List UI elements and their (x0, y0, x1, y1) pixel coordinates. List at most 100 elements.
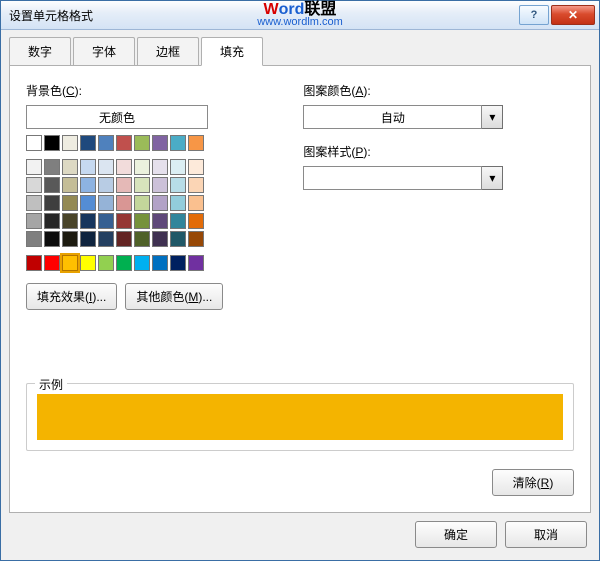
color-swatch[interactable] (26, 135, 42, 151)
more-colors-button[interactable]: 其他颜色(M)... (125, 283, 223, 310)
pattern-style-label: 图案样式(P): (303, 143, 503, 160)
color-swatch[interactable] (188, 231, 204, 247)
help-button[interactable]: ? (519, 5, 549, 25)
pattern-color-combo[interactable]: 自动 ▾ (303, 105, 503, 129)
color-swatch[interactable] (116, 213, 132, 229)
color-swatch[interactable] (188, 159, 204, 175)
close-button[interactable]: ✕ (551, 5, 595, 25)
color-swatch[interactable] (188, 255, 204, 271)
color-swatch[interactable] (44, 159, 60, 175)
tab-0[interactable]: 数字 (9, 37, 71, 66)
color-swatch[interactable] (62, 231, 78, 247)
color-swatch[interactable] (134, 255, 150, 271)
color-swatch[interactable] (62, 135, 78, 151)
color-swatch[interactable] (134, 213, 150, 229)
color-swatch[interactable] (80, 159, 96, 175)
chevron-down-icon[interactable]: ▾ (482, 166, 503, 190)
no-color-button[interactable]: 无颜色 (26, 105, 208, 129)
color-swatch[interactable] (116, 255, 132, 271)
bgcolor-label: 背景色(C): (26, 82, 223, 99)
color-swatch[interactable] (26, 213, 42, 229)
tab-3[interactable]: 填充 (201, 37, 263, 66)
color-swatch[interactable] (26, 231, 42, 247)
color-swatch[interactable] (134, 159, 150, 175)
color-swatch[interactable] (98, 231, 114, 247)
color-swatch[interactable] (134, 195, 150, 211)
color-swatch[interactable] (116, 159, 132, 175)
color-swatch[interactable] (188, 135, 204, 151)
theme-tints-grid (26, 159, 223, 247)
color-swatch[interactable] (44, 213, 60, 229)
watermark: Word联盟 www.wordlm.com (257, 3, 343, 29)
color-swatch[interactable] (62, 177, 78, 193)
color-swatch[interactable] (188, 195, 204, 211)
theme-color-row (26, 135, 223, 151)
color-swatch[interactable] (170, 159, 186, 175)
color-swatch[interactable] (170, 231, 186, 247)
ok-button[interactable]: 确定 (415, 521, 497, 548)
color-swatch[interactable] (98, 195, 114, 211)
color-swatch[interactable] (44, 135, 60, 151)
standard-color-row (26, 255, 223, 271)
color-swatch[interactable] (152, 255, 168, 271)
fill-effects-button[interactable]: 填充效果(I)... (26, 283, 117, 310)
color-swatch[interactable] (80, 135, 96, 151)
color-swatch[interactable] (188, 213, 204, 229)
color-swatch[interactable] (152, 177, 168, 193)
color-swatch[interactable] (98, 255, 114, 271)
color-swatch[interactable] (44, 195, 60, 211)
dialog-buttons: 确定 取消 (1, 521, 599, 560)
color-swatch[interactable] (170, 213, 186, 229)
color-swatch[interactable] (80, 195, 96, 211)
color-swatch[interactable] (26, 195, 42, 211)
color-swatch[interactable] (26, 177, 42, 193)
color-swatch[interactable] (98, 213, 114, 229)
color-swatch[interactable] (116, 231, 132, 247)
color-swatch[interactable] (116, 177, 132, 193)
color-swatch[interactable] (170, 195, 186, 211)
color-swatch[interactable] (26, 255, 42, 271)
color-swatch[interactable] (62, 213, 78, 229)
color-swatch[interactable] (80, 177, 96, 193)
color-swatch[interactable] (188, 177, 204, 193)
color-swatch[interactable] (170, 177, 186, 193)
color-swatch[interactable] (44, 231, 60, 247)
clear-button[interactable]: 清除(R) (492, 469, 574, 496)
color-swatch[interactable] (152, 135, 168, 151)
color-swatch[interactable] (152, 159, 168, 175)
tab-panel-fill: 背景色(C): 无颜色 填充效果(I)... 其他颜色(M)... (9, 65, 591, 513)
pattern-color-label: 图案颜色(A): (303, 82, 503, 99)
titlebar: 设置单元格格式 Word联盟 www.wordlm.com ? ✕ (1, 1, 599, 30)
color-swatch[interactable] (98, 159, 114, 175)
color-swatch[interactable] (80, 255, 96, 271)
color-swatch[interactable] (44, 177, 60, 193)
chevron-down-icon[interactable]: ▾ (482, 105, 503, 129)
color-swatch[interactable] (62, 159, 78, 175)
color-swatch[interactable] (62, 255, 78, 271)
color-swatch[interactable] (62, 195, 78, 211)
color-swatch[interactable] (134, 231, 150, 247)
pattern-style-combo[interactable]: ▾ (303, 166, 503, 190)
color-swatch[interactable] (44, 255, 60, 271)
sample-swatch (37, 394, 563, 440)
color-swatch[interactable] (134, 135, 150, 151)
color-swatch[interactable] (170, 135, 186, 151)
color-swatch[interactable] (116, 195, 132, 211)
tab-1[interactable]: 字体 (73, 37, 135, 66)
color-swatch[interactable] (98, 177, 114, 193)
dialog-window: 设置单元格格式 Word联盟 www.wordlm.com ? ✕ 数字字体边框… (0, 0, 600, 561)
color-swatch[interactable] (80, 231, 96, 247)
color-swatch[interactable] (170, 255, 186, 271)
color-swatch[interactable] (134, 177, 150, 193)
tab-strip: 数字字体边框填充 (1, 30, 599, 65)
cancel-button[interactable]: 取消 (505, 521, 587, 548)
color-swatch[interactable] (152, 231, 168, 247)
color-swatch[interactable] (98, 135, 114, 151)
color-swatch[interactable] (116, 135, 132, 151)
tab-2[interactable]: 边框 (137, 37, 199, 66)
color-swatch[interactable] (26, 159, 42, 175)
color-swatch[interactable] (152, 213, 168, 229)
color-swatch[interactable] (152, 195, 168, 211)
color-swatch[interactable] (80, 213, 96, 229)
sample-fieldset: 示例 (26, 383, 574, 451)
